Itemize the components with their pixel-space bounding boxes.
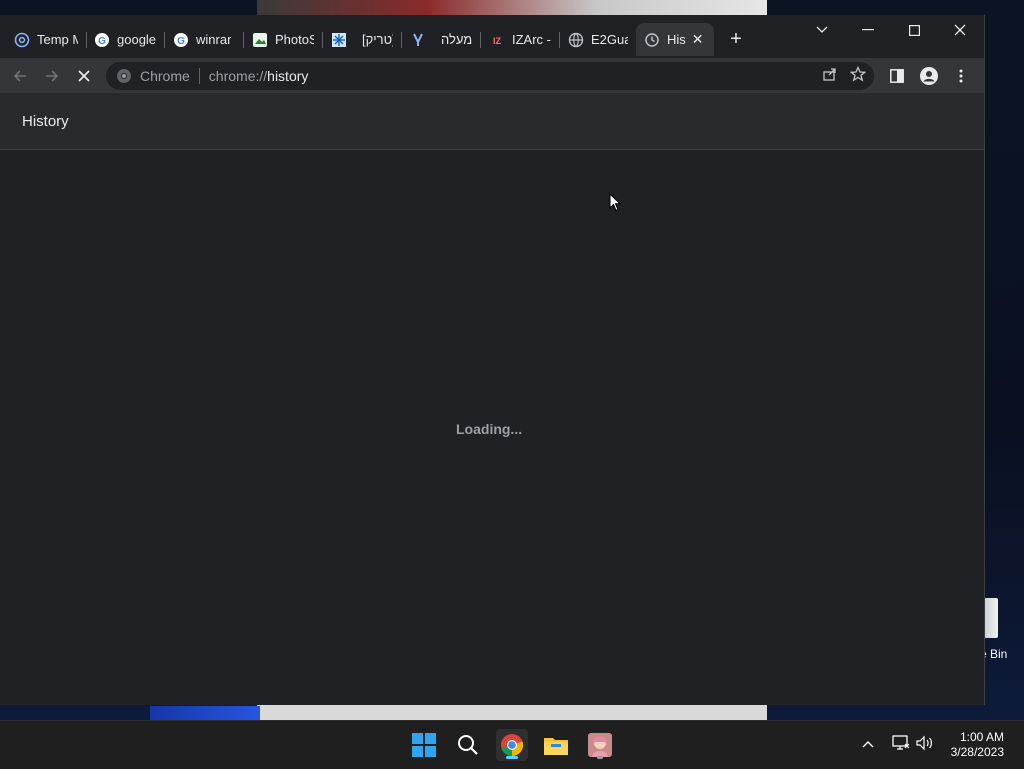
loading-message: Loading...: [456, 421, 523, 437]
active-indicator: [506, 756, 518, 759]
chevron-down-icon: [816, 26, 828, 33]
start-button[interactable]: [408, 729, 440, 761]
address-bar[interactable]: Chrome chrome:// history: [106, 62, 874, 90]
taskbar: 1:00 AM 3/28/2023: [0, 720, 1024, 769]
tab-title: His: [667, 32, 686, 47]
at-sign-icon: [14, 32, 30, 48]
side-panel-icon: [890, 69, 904, 83]
side-panel-button[interactable]: [884, 63, 910, 89]
svg-text:IZ: IZ: [493, 36, 502, 46]
minimize-icon: [862, 29, 874, 31]
volume-button[interactable]: [916, 735, 934, 754]
close-icon: [78, 70, 90, 82]
recycle-bin-icon: [984, 598, 998, 638]
tab-title: למעלה: [441, 32, 472, 47]
search-button[interactable]: [452, 729, 484, 761]
page-title: History: [22, 113, 69, 130]
mouse-cursor-icon: [609, 193, 621, 212]
globe-icon: [568, 32, 584, 48]
clock-date: 3/28/2023: [950, 745, 1004, 759]
tab-close-icon[interactable]: ✕: [692, 31, 704, 48]
running-indicator: [597, 756, 603, 759]
avatar-icon: [920, 67, 938, 85]
back-button[interactable]: [7, 63, 33, 89]
tab-title: E2Guar: [591, 32, 628, 47]
chrome-icon: [117, 69, 131, 83]
tab-trick[interactable]: [טריק]: [323, 23, 401, 56]
tab-title: Temp M: [37, 32, 78, 47]
tab-lemala[interactable]: למעלה: [402, 23, 480, 56]
tab-e2guardian[interactable]: E2Guar: [560, 23, 636, 56]
google-icon: G: [173, 32, 189, 48]
omnibox-actions: [822, 65, 867, 85]
tab-photoshop[interactable]: PhotoS: [244, 23, 322, 56]
share-icon[interactable]: [822, 66, 838, 85]
wing-icon: [410, 32, 426, 48]
taskbar-photo-app[interactable]: [584, 729, 616, 761]
clock-time: 1:00 AM: [959, 730, 1004, 744]
network-button[interactable]: [892, 735, 910, 754]
new-tab-button[interactable]: +: [726, 29, 746, 49]
more-vert-icon: [959, 69, 963, 83]
history-icon: [644, 32, 660, 48]
chevron-up-icon: [862, 741, 874, 748]
site-chip-label: Chrome: [140, 68, 190, 84]
wallpaper-accent: [150, 706, 260, 720]
arrow-left-icon: [13, 70, 26, 82]
url-scheme: chrome://: [208, 68, 268, 84]
history-page: History Loading...: [0, 93, 984, 705]
tab-history[interactable]: His ✕: [636, 23, 714, 56]
google-icon: G: [94, 32, 110, 48]
bookmark-star-icon[interactable]: [849, 65, 867, 85]
svg-text:G: G: [177, 36, 185, 47]
izarc-icon: IZ: [489, 32, 505, 48]
forward-button[interactable]: [39, 63, 65, 89]
tab-title: google: [117, 32, 156, 47]
omnibox-divider: [198, 68, 200, 84]
snowflake-icon: [331, 32, 347, 48]
taskbar-file-explorer[interactable]: [540, 729, 572, 761]
url-path: history: [267, 68, 309, 84]
search-icon: [458, 735, 478, 755]
speaker-icon: [916, 735, 932, 751]
character-avatar-icon: [588, 733, 612, 757]
browser-window: Temp M G google G winrar PhotoS [טריק מע…: [0, 15, 985, 705]
tab-google[interactable]: G google: [86, 23, 164, 56]
tab-title: [טריק]: [362, 32, 393, 47]
maximize-button[interactable]: [891, 15, 937, 45]
stop-loading-button[interactable]: [71, 63, 97, 89]
tab-title: IZArc -: [512, 32, 551, 47]
arrow-right-icon: [46, 70, 59, 82]
tab-winrar[interactable]: G winrar: [165, 23, 243, 56]
chrome-icon: [501, 734, 524, 757]
tab-strip: Temp M G google G winrar PhotoS [טריק מע…: [0, 15, 984, 58]
photo-icon: [252, 32, 268, 48]
network-icon: [892, 735, 910, 750]
folder-icon: [544, 738, 568, 755]
menu-button[interactable]: [948, 63, 974, 89]
taskbar-chrome[interactable]: [496, 729, 528, 761]
close-icon: [954, 24, 966, 36]
browser-toolbar: Chrome chrome:// history: [0, 58, 984, 93]
page-header: History: [0, 93, 984, 150]
tab-title: winrar: [196, 32, 232, 47]
system-clock[interactable]: 1:00 AM 3/28/2023: [951, 730, 1004, 760]
tab-search-button[interactable]: [799, 15, 845, 45]
windows-logo-icon: [412, 733, 436, 757]
close-window-button[interactable]: [937, 15, 983, 45]
background-image: [257, 0, 767, 16]
svg-text:G: G: [98, 36, 106, 47]
tab-title: PhotoS: [275, 32, 314, 47]
tab-temp-mail[interactable]: Temp M: [6, 23, 86, 56]
maximize-icon: [908, 24, 920, 36]
recycle-bin-shortcut[interactable]: e Bin: [980, 598, 1020, 661]
minimize-button[interactable]: [845, 15, 891, 45]
tab-izarc[interactable]: IZ IZArc -: [481, 23, 559, 56]
show-hidden-icons-button[interactable]: [862, 735, 874, 751]
profile-button[interactable]: [916, 63, 942, 89]
